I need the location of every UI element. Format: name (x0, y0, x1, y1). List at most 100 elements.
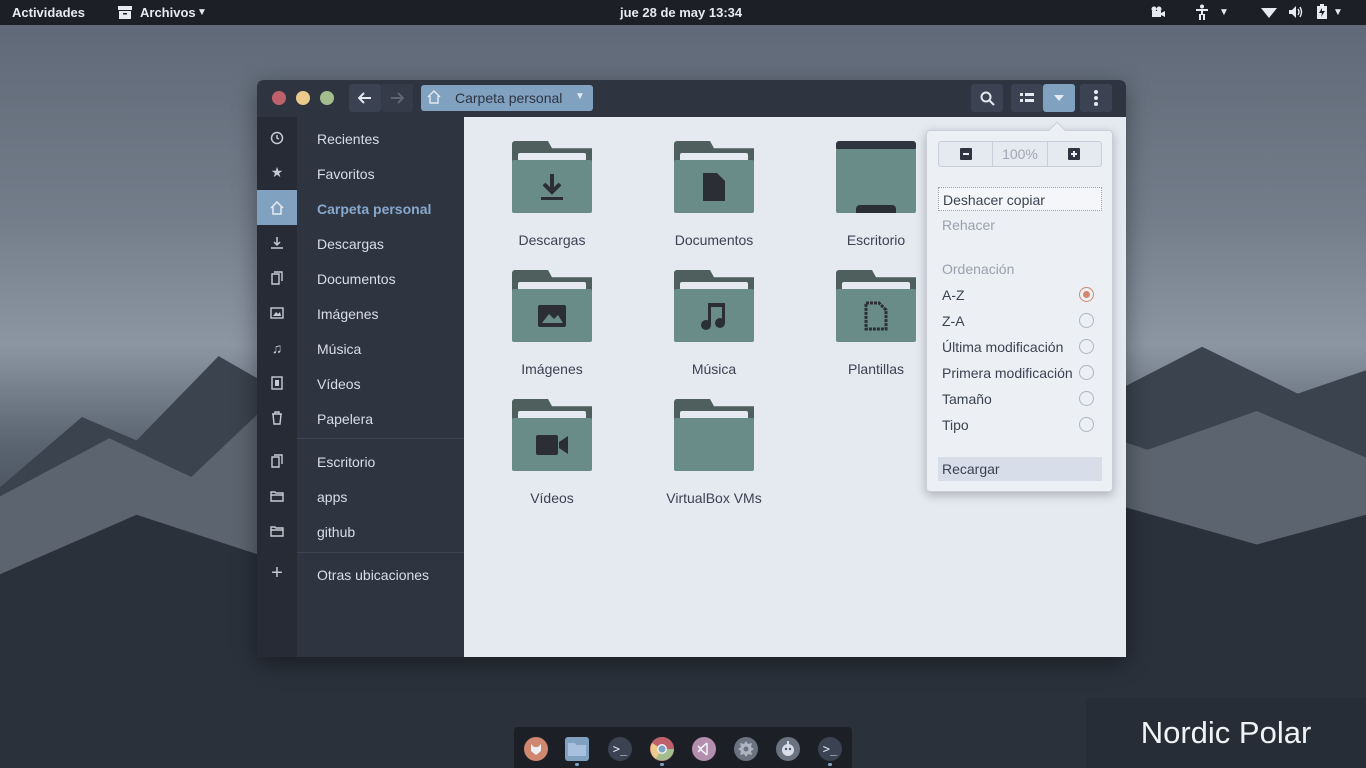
volume-icon[interactable] (1287, 4, 1305, 20)
download-icon (541, 173, 563, 200)
file-item-plantillas[interactable]: Plantillas (806, 270, 946, 377)
video-icon (257, 365, 297, 400)
chevron-down-icon[interactable]: ▼ (1219, 7, 1229, 18)
forward-button[interactable] (381, 84, 413, 112)
close-button[interactable] (272, 91, 286, 105)
sidebar-item-papelera[interactable]: Papelera (317, 411, 373, 427)
template-icon (864, 301, 888, 330)
file-item-musica[interactable]: Música (644, 270, 784, 377)
sort-option-label: A-Z (942, 287, 965, 303)
minimize-button[interactable] (296, 91, 310, 105)
path-bar[interactable]: Carpeta personal ▼ (421, 85, 593, 111)
sort-option-type[interactable]: Tipo (938, 413, 1102, 437)
vscode-icon[interactable] (692, 737, 716, 761)
sidebar-item-videos[interactable]: Vídeos (317, 376, 361, 392)
chrome-icon[interactable] (650, 737, 674, 761)
music-icon (701, 302, 725, 330)
sidebar-icon-strip: ★ ♫ + (257, 117, 297, 657)
chevron-down-icon: ▼ (197, 7, 207, 18)
search-button[interactable] (971, 84, 1003, 112)
sort-option-z-a[interactable]: Z-A (938, 309, 1102, 333)
settings-icon[interactable] (734, 737, 758, 761)
radio-icon (1079, 339, 1094, 354)
file-item-descargas[interactable]: Descargas (482, 141, 622, 248)
zoom-in-button[interactable] (1048, 142, 1101, 166)
sort-option-a-z[interactable]: A-Z (938, 283, 1102, 307)
download-icon (257, 225, 297, 260)
path-label: Carpeta personal (455, 90, 563, 106)
sidebar-divider (297, 438, 464, 439)
files-icon[interactable] (565, 737, 589, 761)
file-name: Música (691, 361, 737, 377)
search-icon (980, 91, 995, 106)
view-options-button[interactable] (1043, 84, 1075, 112)
document-icon (703, 172, 725, 201)
folder-icon (674, 270, 754, 342)
folder-icon (512, 141, 592, 213)
chevron-down-icon[interactable]: ▼ (575, 91, 585, 102)
music-icon: ♫ (271, 339, 283, 356)
list-view-button[interactable] (1011, 84, 1043, 112)
top-bar: Actividades Archivos ▼ jue 28 de may 13:… (0, 0, 1366, 25)
sidebar: Recientes Favoritos Carpeta personal Des… (297, 117, 464, 657)
plus-icon: + (271, 562, 283, 584)
file-item-documentos[interactable]: Documentos (644, 141, 784, 248)
activities-button[interactable]: Actividades (12, 5, 85, 20)
zoom-out-button[interactable] (939, 142, 992, 166)
video-icon (536, 434, 568, 455)
terminal-icon[interactable]: >_ (818, 737, 842, 761)
file-item-virtualbox-vms[interactable]: VirtualBox VMs (644, 399, 784, 506)
file-item-imagenes[interactable]: Imágenes (482, 270, 622, 377)
sort-option-first-modified[interactable]: Primera modificación (938, 361, 1102, 385)
radio-icon (1079, 365, 1094, 380)
sidebar-item-documentos[interactable]: Documentos (317, 271, 396, 287)
sort-option-label: Tipo (942, 417, 969, 433)
folder-icon (674, 399, 754, 471)
sidebar-item-imagenes[interactable]: Imágenes (317, 306, 378, 322)
file-item-escritorio[interactable]: Escritorio (806, 141, 946, 248)
file-name: Escritorio (846, 232, 906, 248)
sidebar-item-apps[interactable]: apps (317, 489, 347, 505)
maximize-button[interactable] (320, 91, 334, 105)
terminal-icon[interactable]: >_ (608, 737, 632, 761)
sidebar-item-carpeta-personal[interactable]: Carpeta personal (317, 201, 431, 217)
zoom-level: 100% (992, 142, 1048, 166)
app-menu[interactable]: Archivos (140, 5, 196, 20)
radio-selected-icon (1079, 287, 1094, 302)
running-indicator (660, 763, 664, 766)
radio-icon (1079, 417, 1094, 432)
back-button[interactable] (349, 84, 381, 112)
sidebar-item-escritorio[interactable]: Escritorio (317, 454, 375, 470)
sidebar-item-favoritos[interactable]: Favoritos (317, 166, 375, 182)
sort-option-last-modified[interactable]: Última modificación (938, 335, 1102, 359)
sidebar-item-recientes[interactable]: Recientes (317, 131, 379, 147)
wifi-icon[interactable] (1260, 4, 1278, 20)
sort-option-label: Z-A (942, 313, 965, 329)
sidebar-item-otras-ubicaciones[interactable]: Otras ubicaciones (317, 567, 429, 583)
view-options-popover: 100% Deshacer copiar Rehacer Ordenación … (926, 121, 1113, 492)
battery-icon[interactable] (1313, 4, 1331, 20)
redo-button[interactable]: Rehacer (938, 213, 1102, 237)
folder-icon (836, 270, 916, 342)
sidebar-item-github[interactable]: github (317, 524, 355, 540)
camera-icon[interactable] (1149, 4, 1167, 20)
image-icon (538, 304, 566, 327)
gimp-icon[interactable] (776, 737, 800, 761)
sidebar-divider (297, 552, 464, 553)
firefox-icon[interactable] (524, 737, 548, 761)
list-icon (1020, 93, 1034, 102)
home-icon (427, 90, 441, 107)
file-name: Plantillas (847, 361, 905, 377)
sort-option-size[interactable]: Tamaño (938, 387, 1102, 411)
menu-button[interactable] (1080, 84, 1112, 112)
chevron-down-icon (1054, 95, 1064, 101)
sidebar-item-descargas[interactable]: Descargas (317, 236, 384, 252)
file-item-videos[interactable]: Vídeos (482, 399, 622, 506)
chevron-down-icon[interactable]: ▼ (1333, 7, 1343, 18)
accessibility-icon[interactable] (1193, 4, 1211, 20)
home-icon (257, 190, 297, 225)
clock[interactable]: jue 28 de may 13:34 (620, 5, 742, 20)
reload-button[interactable]: Recargar (938, 457, 1102, 481)
sidebar-item-musica[interactable]: Música (317, 341, 361, 357)
undo-button[interactable]: Deshacer copiar (938, 187, 1102, 211)
